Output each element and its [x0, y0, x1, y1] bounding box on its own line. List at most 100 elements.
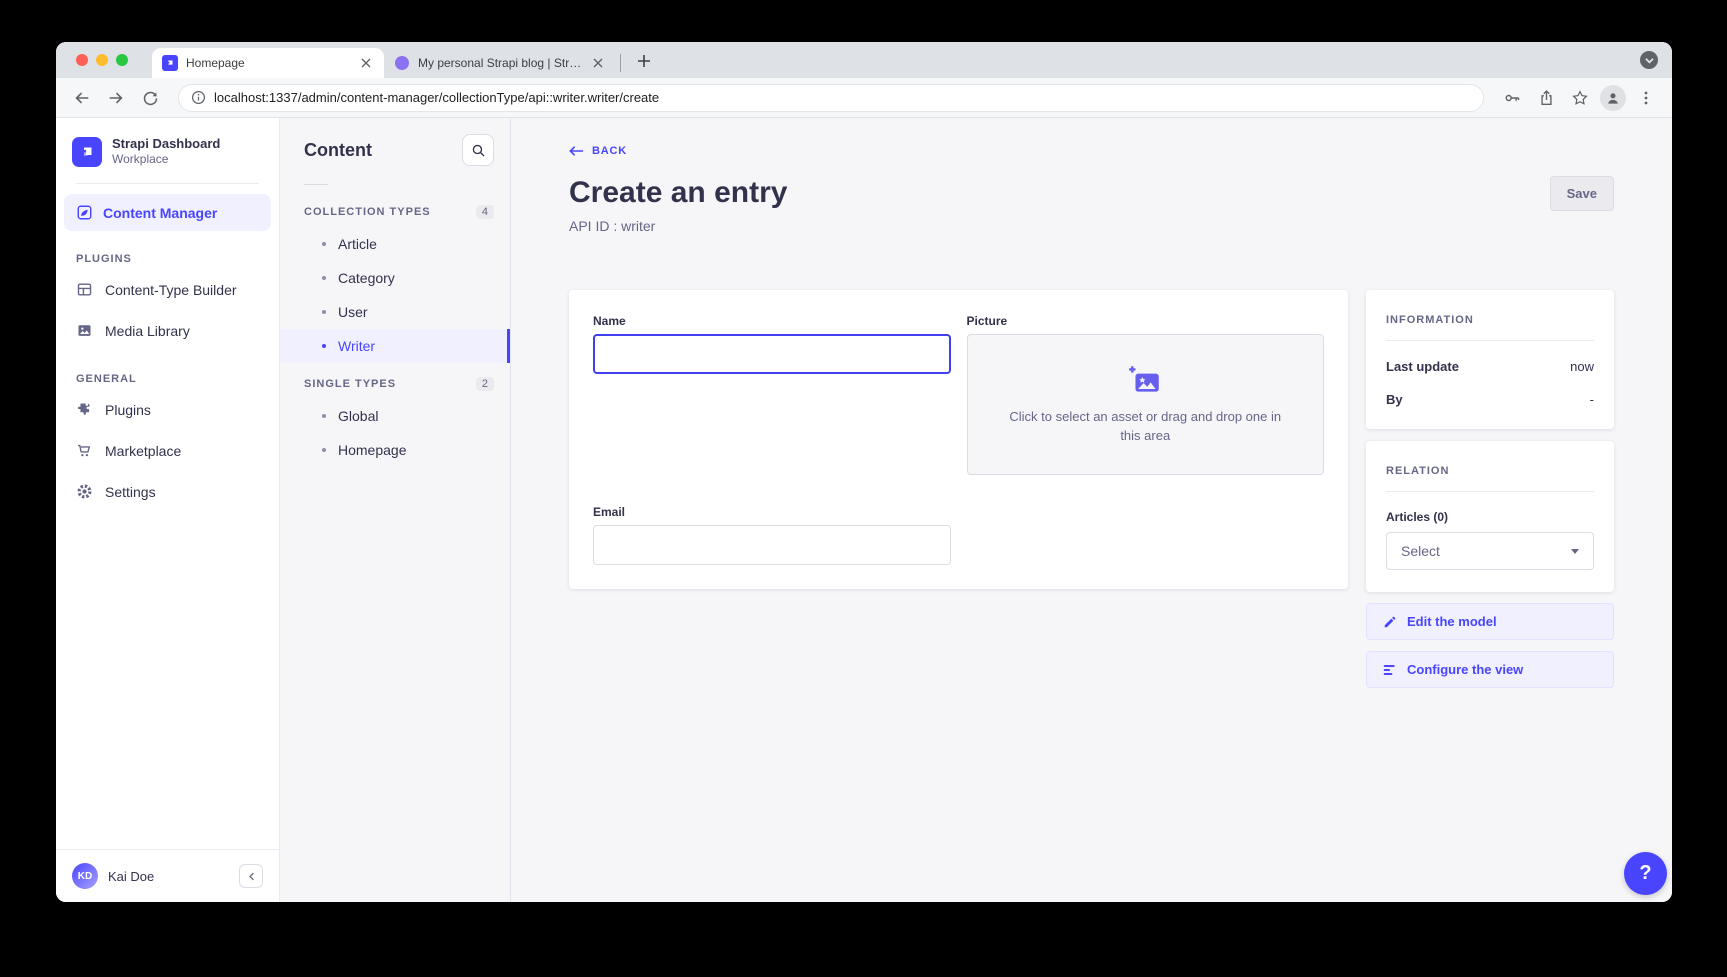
subnav-title: Content	[304, 140, 372, 161]
layout-icon	[76, 281, 93, 298]
configure-view-button[interactable]: Configure the view	[1366, 651, 1614, 688]
tab-homepage[interactable]: Homepage	[152, 48, 384, 78]
gear-icon	[76, 483, 93, 500]
nav-item-marketplace[interactable]: Marketplace	[56, 430, 279, 471]
share-icon[interactable]	[1532, 84, 1560, 112]
collection-types-count-badge: 4	[476, 205, 494, 219]
subnav-item-label: Category	[338, 270, 395, 286]
subnav-item-category[interactable]: Category	[280, 261, 510, 295]
relation-card: RELATION Articles (0) Select	[1366, 441, 1614, 592]
strapi-favicon-icon	[162, 55, 178, 71]
reload-button[interactable]	[136, 84, 164, 112]
articles-relation-select[interactable]: Select	[1386, 532, 1594, 570]
site-info-icon[interactable]	[191, 90, 206, 105]
email-input[interactable]	[593, 525, 951, 565]
password-key-icon[interactable]	[1498, 84, 1526, 112]
subnav-item-label: Article	[338, 236, 377, 252]
main-content: BACK Create an entry API ID : writer Sav…	[511, 118, 1672, 902]
group-label-collection-types: COLLECTION TYPES	[304, 206, 431, 218]
subnav-item-global[interactable]: Global	[280, 399, 510, 433]
browser-window: Homepage My personal Strapi blog | Strap	[56, 42, 1672, 902]
nav-item-label: Content-Type Builder	[105, 282, 237, 298]
select-placeholder: Select	[1401, 543, 1440, 559]
window-minimize-button[interactable]	[96, 54, 108, 66]
collapse-sidebar-button[interactable]	[239, 864, 263, 888]
nav-item-label: Content Manager	[103, 205, 217, 221]
close-tab-icon[interactable]	[590, 55, 606, 71]
picture-field: Picture Click to select an asset or drag…	[967, 314, 1325, 475]
window-close-button[interactable]	[76, 54, 88, 66]
tab-blog[interactable]: My personal Strapi blog | Strap	[384, 48, 616, 78]
information-title: INFORMATION	[1386, 308, 1594, 326]
content-manager-icon	[76, 204, 93, 221]
back-navigation-button[interactable]	[68, 84, 96, 112]
tab-title: My personal Strapi blog | Strap	[418, 56, 582, 70]
nav-item-settings[interactable]: Settings	[56, 471, 279, 512]
subnav-item-article[interactable]: Article	[280, 227, 510, 261]
nav-item-label: Plugins	[105, 402, 151, 418]
information-card: INFORMATION Last update now By -	[1366, 290, 1614, 429]
subnav-item-user[interactable]: User	[280, 295, 510, 329]
nav-item-label: Settings	[105, 484, 156, 500]
picture-upload-dropzone[interactable]: Click to select an asset or drag and dro…	[967, 334, 1325, 475]
single-types-count-badge: 2	[476, 377, 494, 391]
subnav-item-writer[interactable]: Writer	[280, 329, 510, 363]
browser-profile-avatar[interactable]	[1600, 85, 1626, 111]
forward-navigation-button[interactable]	[102, 84, 130, 112]
bullet-icon	[322, 344, 326, 348]
content-sub-navigation: Content COLLECTION TYPES 4 Article Categ…	[280, 118, 511, 902]
edit-model-label: Edit the model	[1407, 614, 1497, 629]
tab-separator	[620, 54, 621, 72]
info-label: Last update	[1386, 359, 1459, 374]
bookmark-star-icon[interactable]	[1566, 84, 1594, 112]
arrow-left-icon	[569, 145, 584, 157]
info-label: By	[1386, 392, 1403, 407]
nav-section-plugins: PLUGINS	[56, 231, 279, 269]
bullet-icon	[322, 310, 326, 314]
window-zoom-button[interactable]	[116, 54, 128, 66]
tab-search-button[interactable]	[1640, 51, 1658, 69]
tabs: Homepage My personal Strapi blog | Strap	[152, 42, 657, 78]
edit-model-button[interactable]: Edit the model	[1366, 603, 1614, 640]
bullet-icon	[322, 242, 326, 246]
window-controls	[76, 54, 128, 66]
subnav-item-homepage[interactable]: Homepage	[280, 433, 510, 467]
nav-item-media-library[interactable]: Media Library	[56, 310, 279, 351]
add-image-icon	[1127, 364, 1163, 396]
nav-item-plugins[interactable]: Plugins	[56, 389, 279, 430]
brand-name: Strapi Dashboard	[112, 136, 220, 152]
new-tab-button[interactable]	[631, 48, 657, 74]
entry-form-card: Name Picture Click to select an asset or…	[569, 290, 1348, 589]
email-field-label: Email	[593, 505, 951, 519]
back-link[interactable]: BACK	[569, 145, 627, 157]
nav-divider	[76, 183, 259, 184]
pencil-icon	[1383, 615, 1397, 629]
search-button[interactable]	[462, 134, 494, 166]
nav-item-label: Media Library	[105, 323, 190, 339]
save-button[interactable]: Save	[1550, 176, 1614, 211]
chevron-down-icon	[1571, 549, 1579, 554]
info-row-last-update: Last update now	[1386, 359, 1594, 374]
nav-user: KD Kai Doe	[56, 849, 279, 902]
help-button[interactable]: ?	[1624, 852, 1667, 895]
address-bar[interactable]: localhost:1337/admin/content-manager/col…	[178, 84, 1484, 112]
name-input[interactable]	[593, 334, 951, 374]
picture-upload-hint: Click to select an asset or drag and dro…	[1004, 408, 1288, 446]
divider	[1386, 491, 1594, 492]
browser-toolbar: localhost:1337/admin/content-manager/col…	[56, 78, 1672, 118]
info-row-by: By -	[1386, 392, 1594, 407]
tab-strip: Homepage My personal Strapi blog | Strap	[56, 42, 1672, 78]
back-label: BACK	[592, 145, 627, 157]
api-id-subtitle: API ID : writer	[569, 218, 787, 234]
blog-favicon-icon	[394, 55, 410, 71]
close-tab-icon[interactable]	[358, 55, 374, 71]
nav-item-content-type-builder[interactable]: Content-Type Builder	[56, 269, 279, 310]
nav-item-content-manager[interactable]: Content Manager	[64, 194, 271, 231]
user-name: Kai Doe	[108, 869, 229, 884]
subnav-item-label: User	[338, 304, 368, 320]
bullet-icon	[322, 414, 326, 418]
brand: Strapi Dashboard Workplace	[56, 136, 279, 167]
browser-menu-icon[interactable]	[1632, 84, 1660, 112]
relation-title: RELATION	[1386, 459, 1594, 477]
info-value: now	[1570, 359, 1594, 374]
